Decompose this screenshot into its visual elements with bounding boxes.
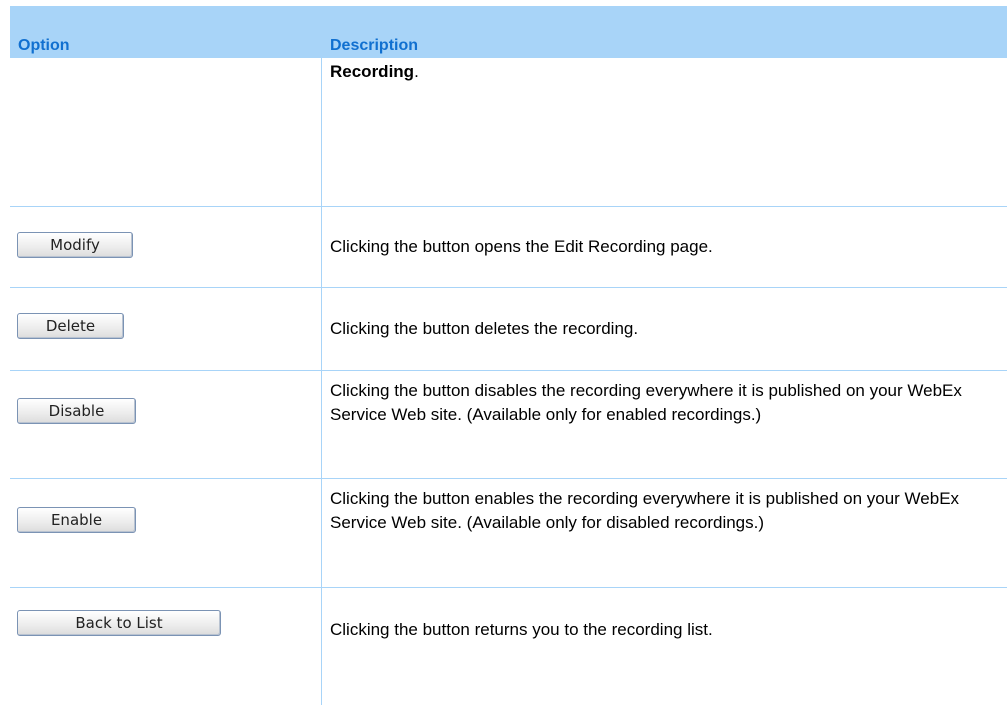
row-divider — [10, 370, 1007, 371]
row-divider — [10, 478, 1007, 479]
delete-description: Clicking the button deletes the recordin… — [330, 319, 639, 338]
enable-button[interactable]: Enable — [17, 507, 136, 533]
row-divider — [10, 206, 1007, 207]
modify-button[interactable]: Modify — [17, 232, 133, 258]
disable-button[interactable]: Disable — [17, 398, 136, 424]
recording-term: Recording — [330, 62, 415, 81]
disable-description: Clicking the button disables the recordi… — [330, 381, 962, 424]
back-to-list-description: Clicking the button returns you to the r… — [330, 620, 713, 639]
table-header — [10, 6, 1007, 58]
option-column-header: Option — [18, 37, 70, 54]
row-divider — [10, 587, 1007, 588]
column-divider — [321, 58, 322, 705]
enable-description: Clicking the button enables the recordin… — [330, 489, 960, 532]
row-divider — [10, 287, 1007, 288]
options-table: Option Description Recording. Modify Cli… — [0, 0, 1007, 705]
modify-description: Clicking the button opens the Edit Recor… — [330, 237, 713, 256]
back-to-list-button[interactable]: Back to List — [17, 610, 221, 636]
delete-button[interactable]: Delete — [17, 313, 124, 339]
description-column-header: Description — [330, 37, 419, 54]
recording-term-suffix: . — [414, 62, 419, 81]
table-row-recording-description: Recording. — [330, 60, 970, 84]
